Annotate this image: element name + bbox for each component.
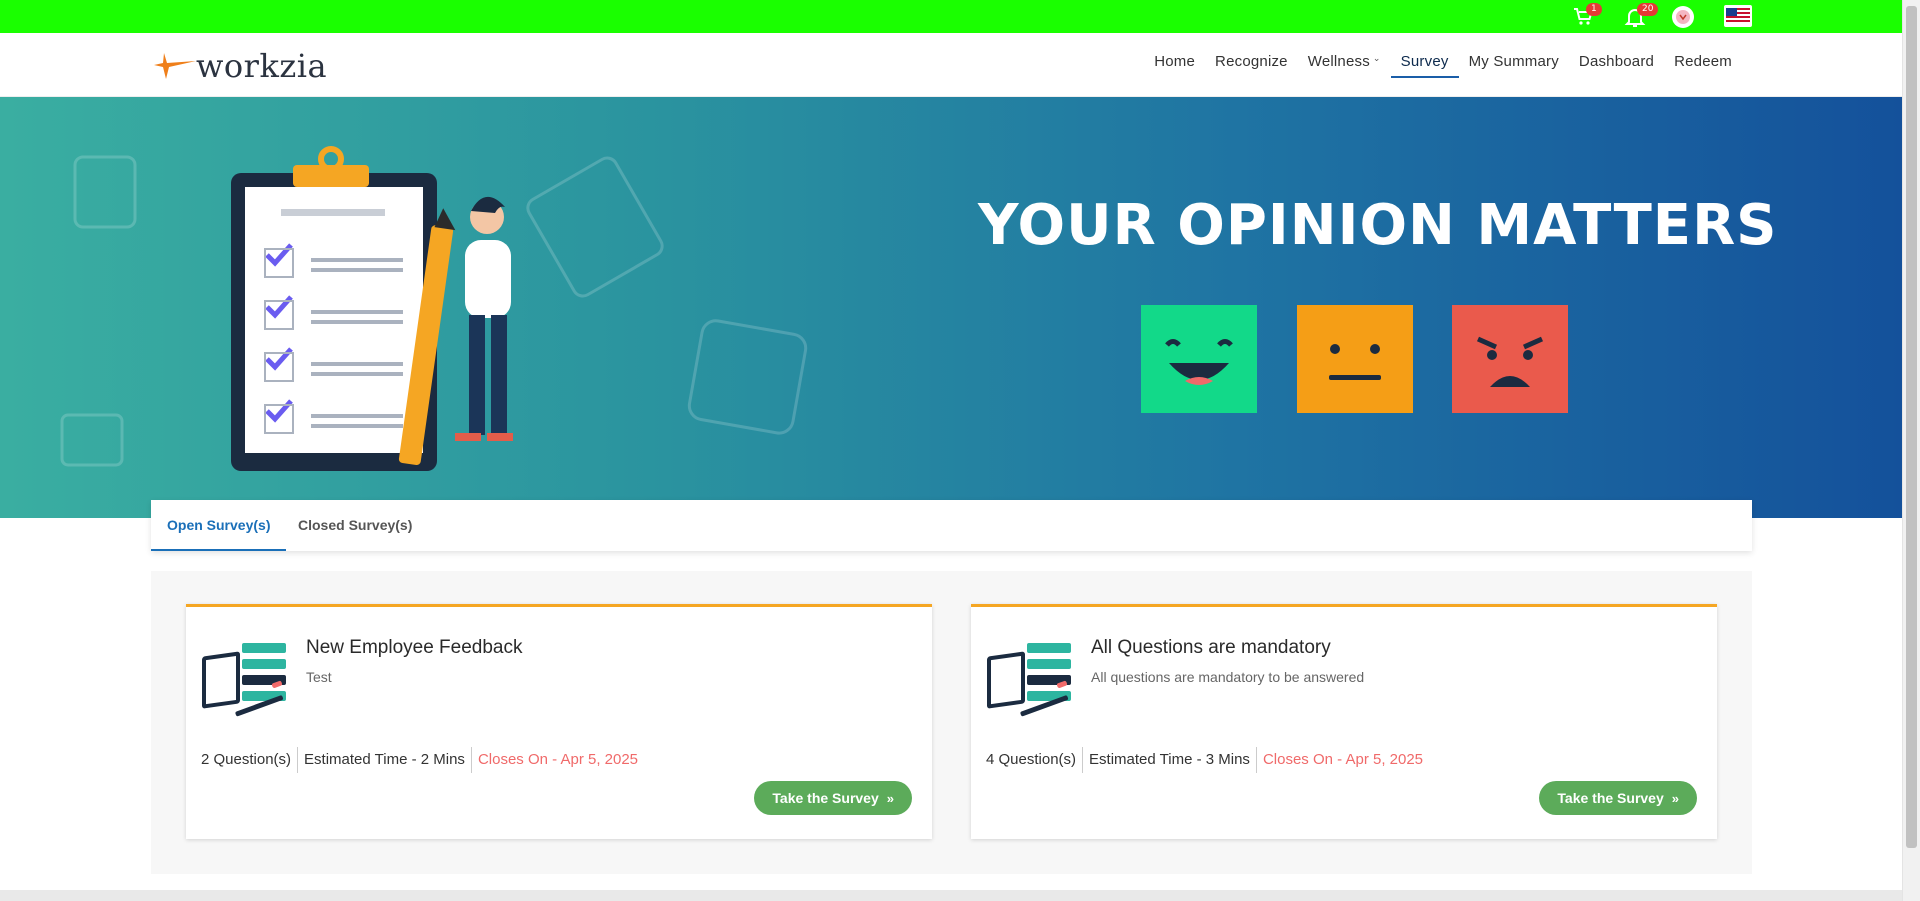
survey-list: New Employee Feedback Test 2 Question(s)… — [151, 571, 1752, 874]
take-survey-button[interactable]: Take the Survey » — [754, 781, 912, 815]
survey-card: All Questions are mandatory All question… — [971, 604, 1717, 839]
star-logo-icon — [154, 53, 196, 79]
hero-banner: YOUR OPINION MATTERS — [0, 97, 1902, 518]
page-bottom-divider — [0, 890, 1902, 901]
bell-icon[interactable]: 20 — [1623, 3, 1659, 29]
double-chevron-right-icon: » — [1671, 791, 1679, 806]
nav-label: Dashboard — [1578, 53, 1655, 70]
question-count: 4 Question(s) — [986, 747, 1084, 773]
survey-meta: 4 Question(s) Estimated Time - 3 Mins Cl… — [986, 747, 1429, 773]
neutral-face-icon — [1297, 305, 1413, 413]
estimated-time: Estimated Time - 2 Mins — [298, 747, 472, 773]
cart-icon[interactable]: 1 — [1572, 3, 1602, 29]
vertical-scrollbar[interactable] — [1902, 0, 1920, 901]
estimated-time: Estimated Time - 3 Mins — [1083, 747, 1257, 773]
nav-label: Redeem — [1674, 53, 1732, 70]
survey-meta: 2 Question(s) Estimated Time - 2 Mins Cl… — [201, 747, 644, 773]
main-header: workzia Home Recognize Wellness ⌄ Survey … — [0, 33, 1902, 97]
happy-face-icon — [1141, 305, 1257, 413]
closes-on: Closes On - Apr 5, 2025 — [1262, 751, 1424, 768]
workzia-logo[interactable]: workzia — [152, 47, 352, 85]
clipboard-illustration — [231, 146, 513, 471]
survey-clipboard-icon — [987, 643, 1071, 717]
nav-recognize[interactable]: Recognize — [1205, 53, 1298, 78]
tab-open-surveys[interactable]: Open Survey(s) — [151, 500, 287, 551]
scrollbar-thumb[interactable] — [1906, 6, 1917, 848]
top-utility-bar: 1 20 — [0, 0, 1902, 33]
survey-description: All questions are mandatory to be answer… — [1091, 669, 1365, 685]
question-count: 2 Question(s) — [201, 747, 299, 773]
double-chevron-right-icon: » — [886, 791, 894, 806]
take-survey-label: Take the Survey — [772, 790, 879, 806]
nav-survey[interactable]: Survey — [1390, 53, 1459, 78]
take-survey-button[interactable]: Take the Survey » — [1539, 781, 1697, 815]
hero-title: YOUR OPINION MATTERS — [978, 193, 1778, 258]
survey-tabs: Open Survey(s) Closed Survey(s) — [151, 500, 1752, 551]
main-nav: Home Recognize Wellness ⌄ Survey My Summa… — [1144, 53, 1742, 78]
survey-title: All Questions are mandatory — [1091, 637, 1331, 658]
nav-label: Home — [1154, 53, 1196, 70]
nav-my-summary[interactable]: My Summary — [1459, 53, 1569, 78]
profile-avatar[interactable] — [1671, 5, 1695, 29]
logo-text: workzia — [196, 47, 328, 85]
nav-label: Recognize — [1215, 53, 1288, 70]
nav-label: My Summary — [1468, 53, 1559, 70]
nav-label: Wellness — [1307, 53, 1370, 70]
nav-wellness[interactable]: Wellness ⌄ — [1298, 53, 1391, 78]
survey-clipboard-icon — [202, 643, 286, 717]
angry-face-icon — [1452, 305, 1568, 413]
nav-label: Survey — [1400, 53, 1449, 70]
survey-title: New Employee Feedback — [306, 637, 523, 658]
us-flag-icon[interactable] — [1724, 5, 1752, 29]
cart-count-badge: 1 — [1586, 3, 1602, 16]
tab-closed-surveys[interactable]: Closed Survey(s) — [282, 500, 428, 551]
chevron-down-icon: ⌄ — [1372, 53, 1381, 63]
survey-card: New Employee Feedback Test 2 Question(s)… — [186, 604, 932, 839]
take-survey-label: Take the Survey — [1557, 790, 1664, 806]
nav-redeem[interactable]: Redeem — [1664, 53, 1742, 78]
nav-dashboard[interactable]: Dashboard — [1569, 53, 1664, 78]
notification-count-badge: 20 — [1637, 3, 1659, 16]
closes-on: Closes On - Apr 5, 2025 — [477, 751, 639, 768]
survey-description: Test — [306, 669, 332, 685]
nav-home[interactable]: Home — [1144, 53, 1205, 78]
